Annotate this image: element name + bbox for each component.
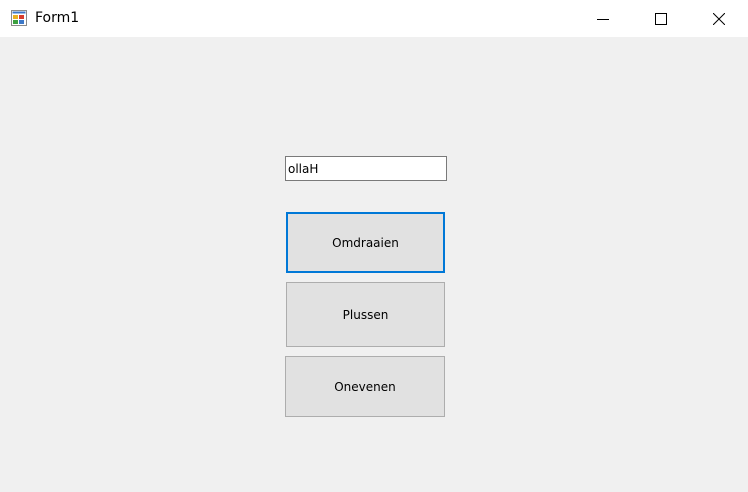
winforms-app-icon[interactable] [11, 10, 27, 26]
title-bar[interactable]: Form1 [0, 0, 748, 37]
form-client-area: Omdraaien Plussen Onevenen [0, 37, 748, 492]
omdraaien-button[interactable]: Omdraaien [286, 212, 445, 273]
plussen-button-label: Plussen [342, 307, 389, 322]
minimize-button[interactable] [574, 0, 632, 37]
close-button[interactable] [690, 0, 748, 37]
minimize-icon [597, 18, 609, 20]
plussen-button[interactable]: Plussen [286, 282, 445, 347]
window-title: Form1 [35, 10, 80, 26]
maximize-button[interactable] [632, 0, 690, 37]
text-input[interactable] [285, 156, 447, 181]
maximize-icon [655, 12, 667, 25]
onevenen-button[interactable]: Onevenen [285, 356, 445, 417]
form-window: Form1 Omdraaien Plussen Onevenen [0, 0, 748, 492]
onevenen-button-label: Onevenen [334, 379, 396, 394]
omdraaien-button-label: Omdraaien [332, 235, 399, 250]
close-icon [713, 12, 725, 25]
